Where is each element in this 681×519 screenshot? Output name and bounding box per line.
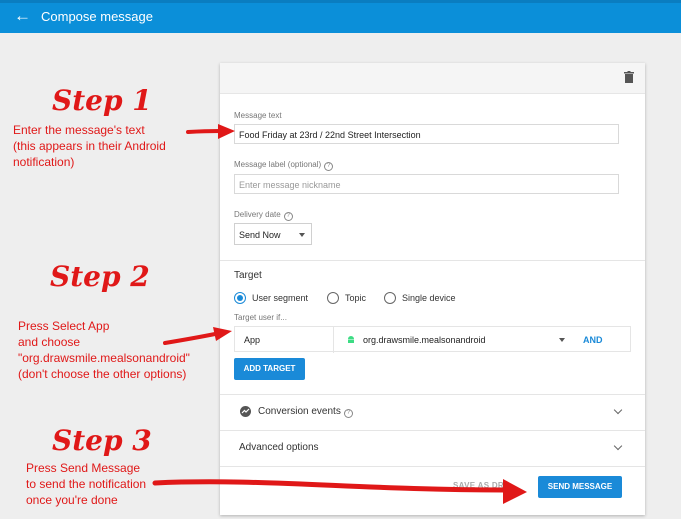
step3-line: to send the notification xyxy=(26,477,147,491)
step3-text: Press Send Message to send the notificat… xyxy=(26,460,146,508)
step3-line: once you're done xyxy=(26,493,118,507)
step2-line: (don't choose the other options) xyxy=(18,367,187,381)
arrowhead-step1 xyxy=(218,124,235,139)
step2-line: "org.drawsmile.mealsonandroid" xyxy=(18,351,190,365)
step1-line: (this appears in their Android xyxy=(13,139,166,153)
step1-text: Enter the message's text (this appears i… xyxy=(13,122,166,170)
step2-line: Press Select App xyxy=(18,319,110,333)
step2-line: and choose xyxy=(18,335,81,349)
step2-text: Press Select App and choose "org.drawsmi… xyxy=(18,318,190,382)
arrow-step1 xyxy=(186,129,222,134)
arrowhead-step3 xyxy=(503,479,527,504)
step1-line: Enter the message's text xyxy=(13,123,145,137)
arrowhead-step2 xyxy=(213,327,232,341)
step2-heading: Step 2 xyxy=(50,260,150,293)
step3-heading: Step 3 xyxy=(52,424,152,457)
arrow-step3 xyxy=(152,479,508,493)
step1-heading: Step 1 xyxy=(52,84,152,117)
step1-line: notification) xyxy=(13,155,75,169)
step3-line: Press Send Message xyxy=(26,461,141,475)
